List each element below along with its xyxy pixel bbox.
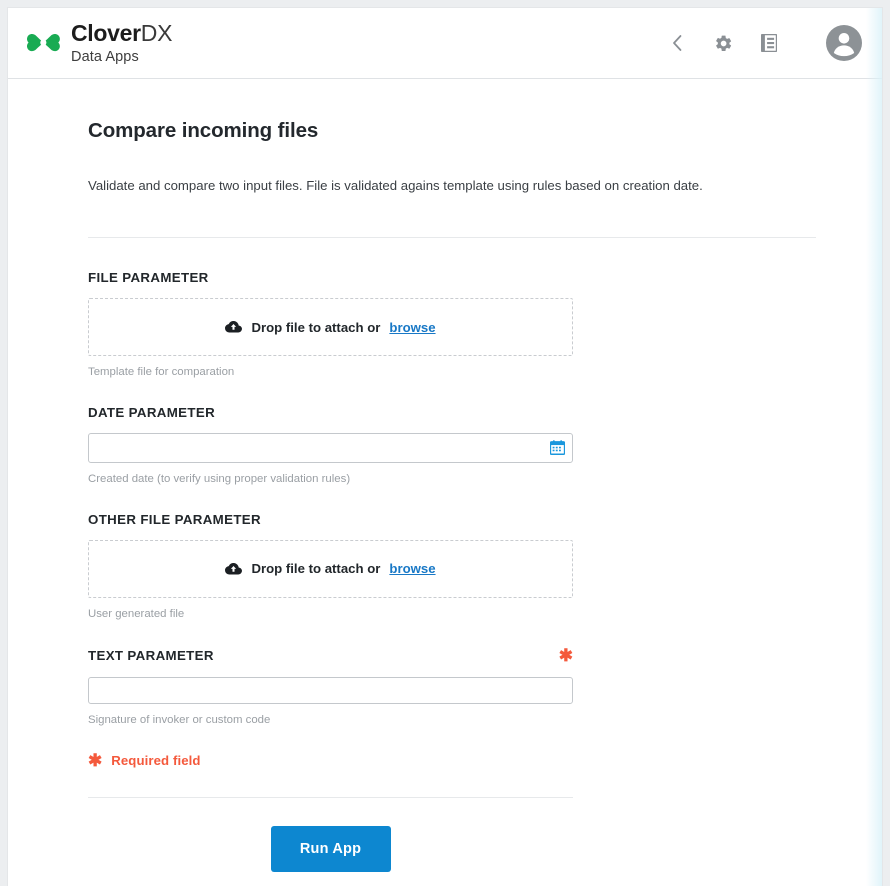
cloud-upload-icon (225, 320, 242, 334)
cloud-upload-icon (225, 562, 242, 576)
required-note-label: Required field (111, 753, 200, 768)
required-asterisk: ✱ (559, 647, 573, 664)
brand-subtitle: Data Apps (71, 50, 172, 65)
run-app-button[interactable]: Run App (271, 826, 391, 872)
back-chevron-glyph (671, 34, 684, 52)
field-label-row: TEXT PARAMETER ✱ (88, 647, 573, 664)
required-note-asterisk: ✱ (88, 752, 102, 769)
field-label: OTHER FILE PARAMETER (88, 512, 261, 527)
app-parameters-form: FILE PARAMETER Drop file to attach or br… (88, 270, 573, 872)
date-input-wrapper[interactable] (88, 433, 573, 463)
brand-text: CloverDX Data Apps (71, 21, 172, 65)
field-hint: Template file for comparation (88, 365, 573, 380)
clover-logo-icon (26, 26, 60, 60)
user-avatar-icon (826, 25, 862, 61)
header-actions (666, 25, 862, 61)
required-field-note: ✱ Required field (88, 752, 573, 769)
brand-title: CloverDX (71, 22, 172, 45)
book-icon[interactable] (758, 32, 780, 54)
browse-link[interactable]: browse (389, 320, 435, 335)
dropzone-inner: Drop file to attach or browse (225, 561, 435, 576)
page-description: Validate and compare two input files. Fi… (88, 176, 882, 195)
field-label-row: DATE PARAMETER (88, 405, 573, 420)
text-input-wrapper[interactable] (88, 677, 573, 704)
field-text-parameter: TEXT PARAMETER ✱ Signature of invoker or… (88, 647, 573, 728)
app-header: CloverDX Data Apps (8, 8, 882, 79)
user-avatar[interactable] (826, 25, 862, 61)
field-hint: Signature of invoker or custom code (88, 713, 573, 728)
file-dropzone-other-file-parameter[interactable]: Drop file to attach or browse (88, 540, 573, 598)
gear-glyph (714, 34, 733, 53)
file-dropzone-file-parameter[interactable]: Drop file to attach or browse (88, 298, 573, 356)
submit-row: Run App (88, 826, 573, 872)
calendar-glyph (550, 440, 565, 455)
app-window: CloverDX Data Apps (8, 8, 882, 886)
back-chevron-icon[interactable] (666, 32, 688, 54)
field-hint: User generated file (88, 607, 573, 622)
field-other-file-parameter: OTHER FILE PARAMETER Drop file to attach… (88, 512, 573, 622)
field-date-parameter: DATE PARAMETER (88, 405, 573, 487)
field-label: DATE PARAMETER (88, 405, 215, 420)
book-glyph (761, 34, 777, 52)
main-content: Compare incoming files Validate and comp… (8, 119, 882, 872)
field-label: TEXT PARAMETER (88, 648, 214, 663)
field-file-parameter: FILE PARAMETER Drop file to attach or br… (88, 270, 573, 380)
calendar-icon[interactable] (549, 440, 565, 456)
date-input[interactable] (97, 434, 564, 462)
form-divider (88, 797, 573, 798)
gear-icon[interactable] (712, 32, 734, 54)
dropzone-inner: Drop file to attach or browse (225, 320, 435, 335)
field-label-row: OTHER FILE PARAMETER (88, 512, 573, 527)
dropzone-text: Drop file to attach or (251, 561, 380, 576)
page-title: Compare incoming files (88, 119, 882, 143)
field-label: FILE PARAMETER (88, 270, 209, 285)
dropzone-text: Drop file to attach or (251, 320, 380, 335)
text-parameter-input[interactable] (97, 678, 564, 703)
field-label-row: FILE PARAMETER (88, 270, 573, 285)
field-hint: Created date (to verify using proper val… (88, 472, 573, 487)
header-divider (88, 237, 816, 238)
browse-link[interactable]: browse (389, 561, 435, 576)
brand-logo-block[interactable]: CloverDX Data Apps (26, 21, 172, 65)
